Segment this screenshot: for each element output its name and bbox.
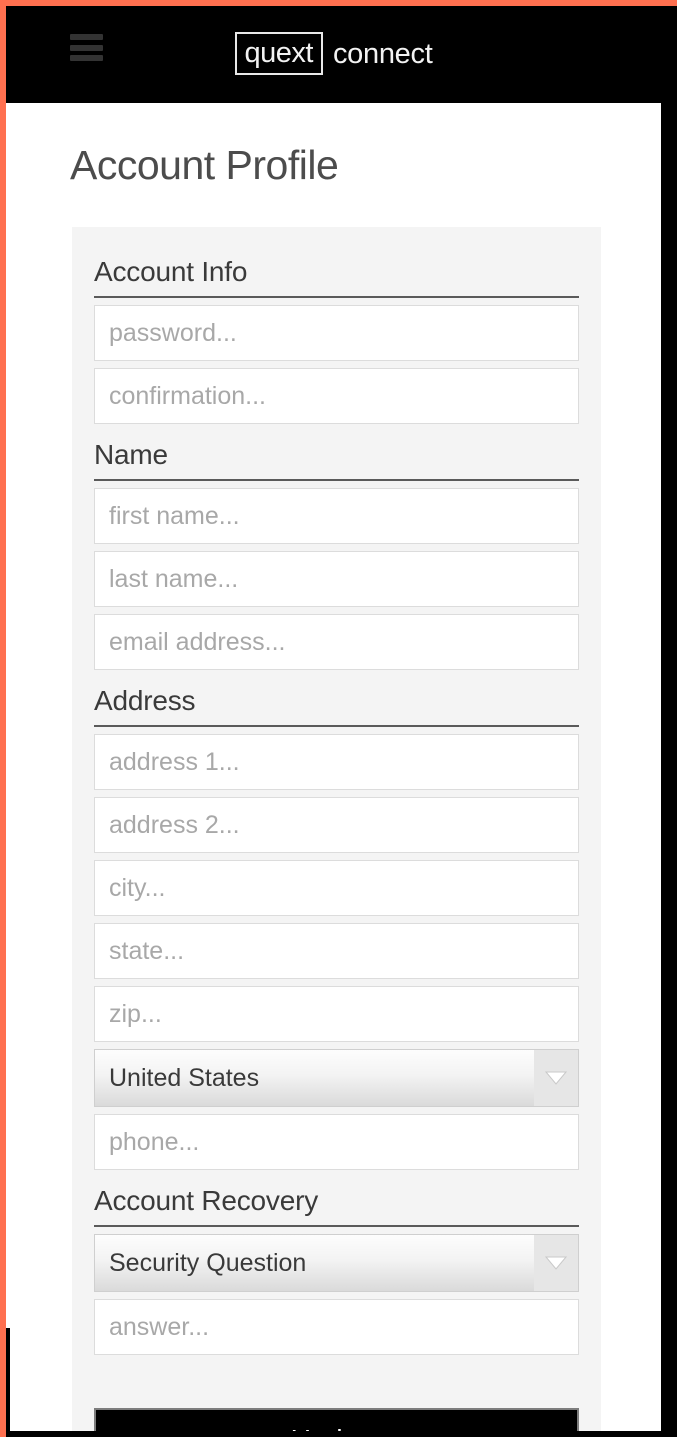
address-2-input[interactable] [94,797,579,853]
last-name-input[interactable] [94,551,579,607]
top-navbar: quext connect [6,6,661,103]
section-heading-account-recovery: Account Recovery [94,1178,579,1227]
password-input[interactable] [94,305,579,361]
security-question-selected-value: Security Question [95,1235,534,1291]
vertical-scrollbar[interactable] [669,1180,677,1431]
brand-word-connect: connect [332,37,433,70]
brand-logo[interactable]: quext connect [6,32,661,75]
city-input[interactable] [94,860,579,916]
left-edge-rule [6,1328,10,1431]
vertical-scrollbar-secondary[interactable] [663,1245,669,1431]
country-select[interactable]: United States [94,1049,579,1107]
section-heading-account-info: Account Info [94,249,579,298]
chevron-down-icon[interactable] [534,1235,578,1291]
phone-input[interactable] [94,1114,579,1170]
chevron-down-icon[interactable] [534,1050,578,1106]
zip-input[interactable] [94,986,579,1042]
first-name-input[interactable] [94,488,579,544]
form-button-spacer [94,1362,579,1408]
answer-input[interactable] [94,1299,579,1355]
confirmation-input[interactable] [94,368,579,424]
screenshot-viewport: quext connect Account Profile Account In… [0,0,677,1437]
address-1-input[interactable] [94,734,579,790]
account-profile-form: Account Info Name Address United States Acco… [72,227,601,1431]
main-content: Account Profile Account Info Name Address U… [6,103,661,1431]
section-heading-address: Address [94,678,579,727]
brand-mark-quext: quext [234,32,323,75]
state-input[interactable] [94,923,579,979]
email-address-input[interactable] [94,614,579,670]
page-title: Account Profile [70,142,339,188]
security-question-select[interactable]: Security Question [94,1234,579,1292]
country-selected-value: United States [95,1050,534,1106]
page-root: quext connect Account Profile Account In… [6,6,661,1431]
section-heading-name: Name [94,432,579,481]
update-button[interactable]: Update [94,1408,579,1431]
